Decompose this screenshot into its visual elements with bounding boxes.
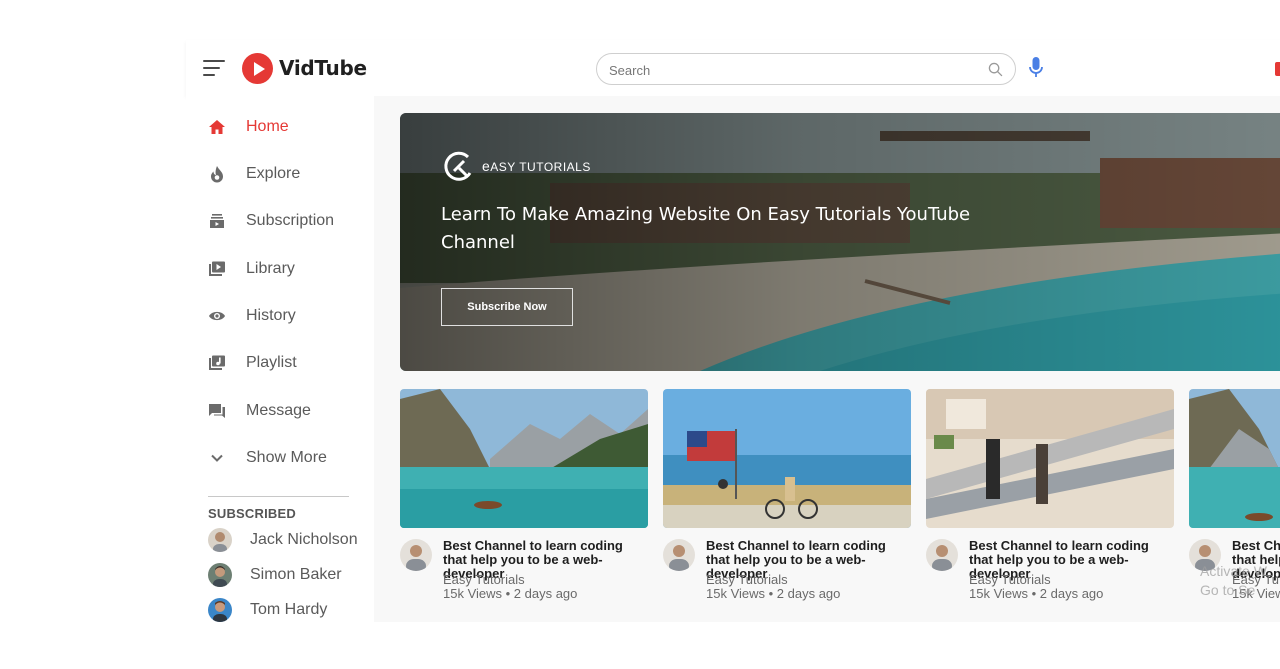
app-name: VidTube	[279, 56, 367, 80]
logo[interactable]: VidTube	[242, 52, 367, 84]
sidebar-item-subscription[interactable]: Subscription	[206, 208, 334, 234]
video-meta: 15k Views • 2 days ago	[706, 586, 841, 601]
playlist-icon	[206, 353, 228, 373]
channel-avatar[interactable]	[926, 539, 958, 571]
avatar	[208, 563, 232, 587]
message-icon	[206, 401, 228, 421]
subscribe-button[interactable]: Subscribe Now	[441, 288, 573, 326]
brand-text: eASY TUTORIALS	[482, 158, 591, 174]
sidebar-item-label: Message	[246, 402, 311, 419]
sidebar-item-label: Show More	[246, 449, 327, 466]
sidebar-item-label: Library	[246, 260, 295, 277]
watermark-line: Go to Se	[1200, 582, 1256, 598]
channel-avatar[interactable]	[400, 539, 432, 571]
subscribed-channel[interactable]: Jack Nicholson	[208, 527, 358, 553]
video-meta: 15k Views • 2 days ago	[969, 586, 1104, 601]
eye-icon	[206, 306, 228, 326]
sidebar-item-history[interactable]: History	[206, 303, 296, 329]
top-navbar: VidTube	[186, 40, 1280, 96]
channel-name[interactable]: Easy Tutorials	[706, 572, 788, 587]
watermark-line: Activate W	[1200, 563, 1267, 579]
subscription-icon	[206, 211, 228, 231]
chevron-down-icon	[206, 448, 228, 468]
subscribed-heading: SUBSCRIBED	[208, 506, 296, 521]
flame-icon	[206, 164, 228, 184]
sidebar-item-label: Subscription	[246, 212, 335, 229]
avatar	[208, 598, 232, 622]
upload-icon[interactable]	[1275, 62, 1280, 76]
video-thumbnail[interactable]	[926, 389, 1174, 528]
sidebar-item-label: Home	[246, 118, 289, 135]
banner-title: Learn To Make Amazing Website On Easy Tu…	[441, 204, 971, 253]
mic-icon[interactable]	[1028, 56, 1044, 80]
video-meta: 15k Views • 2 days ago	[443, 586, 578, 601]
channel-name[interactable]: Easy Tutorials	[443, 572, 525, 587]
channel-name: Jack Nicholson	[250, 531, 358, 548]
et-logo-icon	[444, 151, 472, 181]
search-box	[596, 53, 1016, 85]
video-thumbnail[interactable]	[400, 389, 648, 528]
sidebar-item-explore[interactable]: Explore	[206, 161, 300, 187]
sidebar-item-library[interactable]: Library	[206, 256, 295, 282]
channel-avatar[interactable]	[663, 539, 695, 571]
library-icon	[206, 259, 228, 279]
sidebar-divider	[208, 496, 349, 497]
search-icon[interactable]	[988, 62, 1003, 77]
sidebar-item-label: Explore	[246, 165, 301, 182]
sidebar-item-label: Playlist	[246, 354, 297, 371]
home-icon	[206, 117, 228, 137]
sidebar-item-show-more[interactable]: Show More	[206, 445, 327, 471]
sidebar-item-home[interactable]: Home	[206, 114, 289, 140]
sidebar-item-label: History	[246, 307, 296, 324]
activation-watermark: Activate W Go to Se	[1200, 562, 1267, 600]
hero-banner: eASY TUTORIALS Learn To Make Amazing Web…	[400, 113, 1280, 371]
main-content: eASY TUTORIALS Learn To Make Amazing Web…	[374, 96, 1280, 622]
sidebar-item-message[interactable]: Message	[206, 398, 311, 424]
sidebar-item-playlist[interactable]: Playlist	[206, 350, 297, 376]
channel-name: Simon Baker	[250, 566, 342, 583]
menu-icon[interactable]	[203, 60, 225, 77]
brand-text-rest: ASY TUTORIALS	[490, 160, 591, 174]
video-card[interactable]: Best Channel to learn coding that help y…	[400, 389, 648, 619]
video-thumbnail[interactable]	[1189, 389, 1280, 528]
video-card[interactable]: Best Channel to learn coding that help y…	[663, 389, 911, 619]
subscribed-channel[interactable]: Simon Baker	[208, 562, 342, 588]
video-thumbnail[interactable]	[663, 389, 911, 528]
subscribed-channel[interactable]: Tom Hardy	[208, 597, 327, 623]
video-card[interactable]: Best Channel to learn coding that help y…	[926, 389, 1174, 619]
sidebar: Home Explore Subscription Library Histor…	[186, 96, 374, 622]
easy-tutorials-logo: eASY TUTORIALS	[442, 149, 591, 183]
avatar	[208, 528, 232, 552]
play-logo-icon	[242, 52, 273, 84]
search-input[interactable]	[609, 60, 969, 80]
channel-name: Tom Hardy	[250, 601, 328, 618]
channel-name[interactable]: Easy Tutorials	[969, 572, 1051, 587]
